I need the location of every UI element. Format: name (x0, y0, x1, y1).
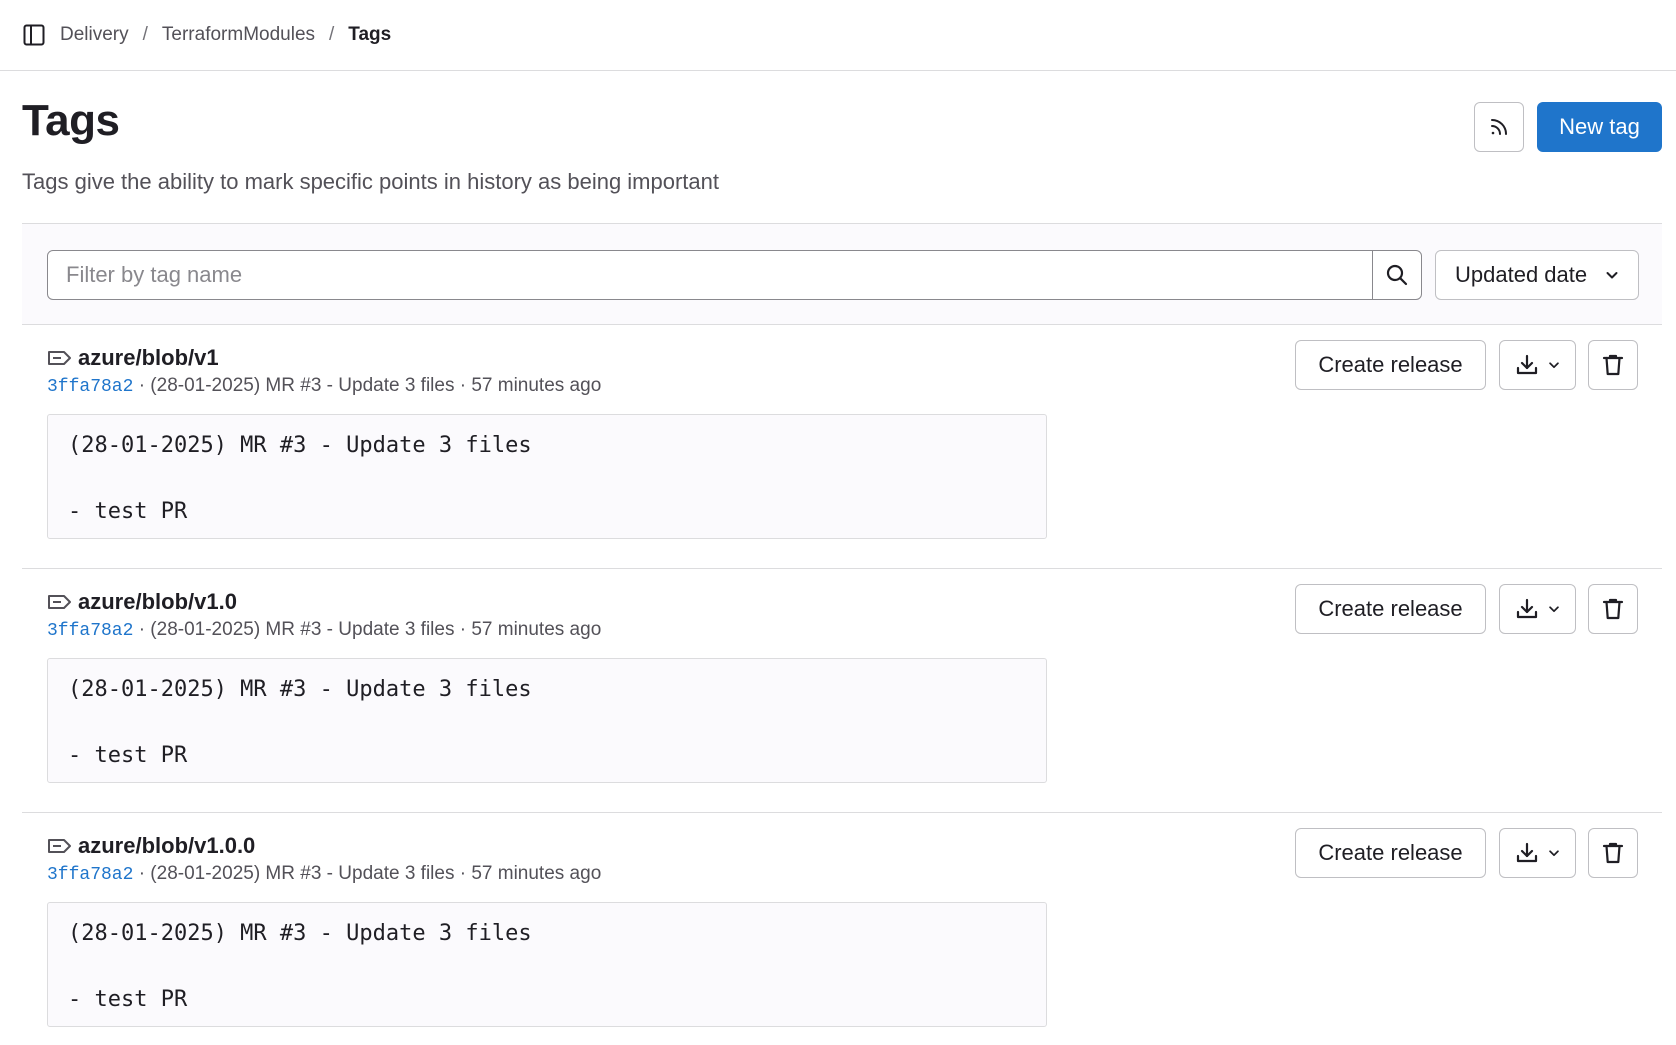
commit-summary: · (28-01-2025) MR #3 - Update 3 files · … (133, 619, 602, 640)
tag-title: azure/blob/v1.0 (47, 589, 237, 615)
commit-info: 3ffa78a2 · (28-01-2025) MR #3 - Update 3… (47, 619, 601, 641)
tag-row: azure/blob/v1.0 3ffa78a2 · (28-01-2025) … (22, 569, 1662, 813)
commit-info: 3ffa78a2 · (28-01-2025) MR #3 - Update 3… (47, 863, 601, 885)
chevron-down-icon (1547, 846, 1561, 860)
download-dropdown-button[interactable] (1499, 584, 1576, 634)
delete-tag-button[interactable] (1588, 584, 1638, 634)
breadcrumb: Delivery / TerraformModules / Tags (60, 24, 391, 46)
chevron-down-icon (1604, 267, 1620, 283)
commit-summary: · (28-01-2025) MR #3 - Update 3 files · … (133, 863, 602, 884)
breadcrumb-separator: / (329, 24, 335, 45)
page-title: Tags (22, 96, 120, 145)
filter-input[interactable] (47, 250, 1373, 300)
trash-icon (1601, 353, 1625, 377)
commit-info: 3ffa78a2 · (28-01-2025) MR #3 - Update 3… (47, 375, 601, 397)
commit-sha-link[interactable]: 3ffa78a2 (47, 621, 133, 641)
create-release-button[interactable]: Create release (1295, 340, 1486, 390)
search-icon (1385, 263, 1409, 287)
breadcrumb-item-delivery[interactable]: Delivery (60, 24, 129, 46)
tag-icon (47, 592, 73, 612)
tag-row: azure/blob/v1.0.0 3ffa78a2 · (28-01-2025… (22, 813, 1662, 1045)
search-button[interactable] (1372, 250, 1422, 300)
sidebar-icon[interactable] (22, 23, 46, 47)
trash-icon (1601, 841, 1625, 865)
tag-message-line: - test PR (68, 743, 188, 768)
create-release-button[interactable]: Create release (1295, 584, 1486, 634)
breadcrumb-item-terraformmodules[interactable]: TerraformModules (162, 24, 315, 46)
tag-row: azure/blob/v1 3ffa78a2 · (28-01-2025) MR… (22, 325, 1662, 569)
sort-label: Updated date (1455, 262, 1588, 287)
tag-name-link[interactable]: azure/blob/v1.0 (78, 589, 237, 615)
filter-bar: Updated date (22, 223, 1662, 325)
sort-dropdown[interactable]: Updated date (1435, 250, 1639, 300)
download-icon (1515, 841, 1539, 865)
breadcrumb-separator: / (142, 24, 148, 45)
download-dropdown-button[interactable] (1499, 828, 1576, 878)
tag-icon (47, 348, 73, 368)
commit-summary: · (28-01-2025) MR #3 - Update 3 files · … (133, 375, 602, 396)
top-bar: Delivery / TerraformModules / Tags (0, 0, 1676, 71)
tag-name-link[interactable]: azure/blob/v1.0.0 (78, 833, 255, 859)
download-dropdown-button[interactable] (1499, 340, 1576, 390)
page-description: Tags give the ability to mark specific p… (22, 169, 719, 194)
tag-message: (28-01-2025) MR #3 - Update 3 files - te… (47, 902, 1047, 1027)
tag-message: (28-01-2025) MR #3 - Update 3 files - te… (47, 658, 1047, 783)
download-icon (1515, 597, 1539, 621)
chevron-down-icon (1547, 358, 1561, 372)
tag-title: azure/blob/v1.0.0 (47, 833, 255, 859)
tag-message-line: (28-01-2025) MR #3 - Update 3 files (68, 433, 532, 458)
rss-icon (1488, 116, 1510, 138)
tag-icon (47, 836, 73, 856)
commit-sha-link[interactable]: 3ffa78a2 (47, 865, 133, 885)
download-icon (1515, 353, 1539, 377)
tag-title: azure/blob/v1 (47, 345, 219, 371)
rss-button[interactable] (1474, 102, 1524, 152)
delete-tag-button[interactable] (1588, 340, 1638, 390)
trash-icon (1601, 597, 1625, 621)
tag-message: (28-01-2025) MR #3 - Update 3 files - te… (47, 414, 1047, 539)
delete-tag-button[interactable] (1588, 828, 1638, 878)
tag-message-line: (28-01-2025) MR #3 - Update 3 files (68, 677, 532, 702)
commit-sha-link[interactable]: 3ffa78a2 (47, 377, 133, 397)
new-tag-button[interactable]: New tag (1537, 102, 1662, 152)
tag-message-line: (28-01-2025) MR #3 - Update 3 files (68, 921, 532, 946)
tag-message-line: - test PR (68, 499, 188, 524)
tag-message-line: - test PR (68, 987, 188, 1012)
create-release-button[interactable]: Create release (1295, 828, 1486, 878)
tag-name-link[interactable]: azure/blob/v1 (78, 345, 219, 371)
chevron-down-icon (1547, 602, 1561, 616)
breadcrumb-item-tags[interactable]: Tags (348, 24, 391, 46)
